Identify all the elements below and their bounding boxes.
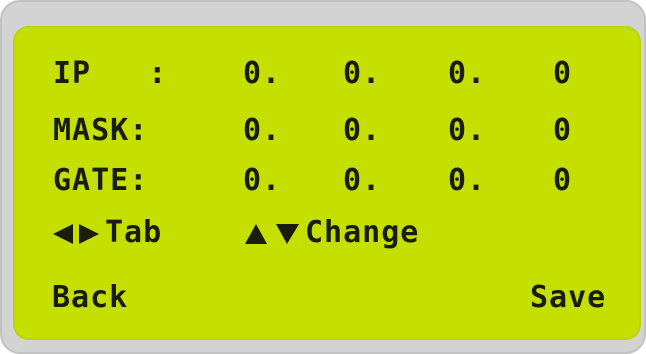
gate-octet-1[interactable]: 0. <box>243 166 281 196</box>
ip-octet-2[interactable]: 0. <box>343 59 381 89</box>
mask-octet-2[interactable]: 0. <box>343 116 381 146</box>
ip-label: IP : <box>53 56 168 91</box>
mask-label: MASK: <box>53 113 149 148</box>
mask-octet-3[interactable]: 0. <box>448 116 486 146</box>
tab-hint-label: Tab <box>105 215 163 250</box>
up-down-arrows-icon <box>245 224 299 244</box>
save-softkey[interactable]: Save <box>530 283 606 313</box>
gate-octet-2[interactable]: 0. <box>343 166 381 196</box>
gate-octet-4[interactable]: 0 <box>553 166 572 196</box>
ip-octet-3[interactable]: 0. <box>448 59 486 89</box>
gate-octet-3[interactable]: 0. <box>448 166 486 196</box>
gate-label: GATE: <box>53 163 149 198</box>
ip-octet-4[interactable]: 0 <box>553 59 572 89</box>
left-right-arrows-icon <box>53 224 99 244</box>
mask-octet-4[interactable]: 0 <box>553 116 572 146</box>
change-hint-label: Change <box>305 215 420 250</box>
ip-octet-1[interactable]: 0. <box>243 59 281 89</box>
mask-octet-1[interactable]: 0. <box>243 116 281 146</box>
back-softkey[interactable]: Back <box>52 283 128 313</box>
